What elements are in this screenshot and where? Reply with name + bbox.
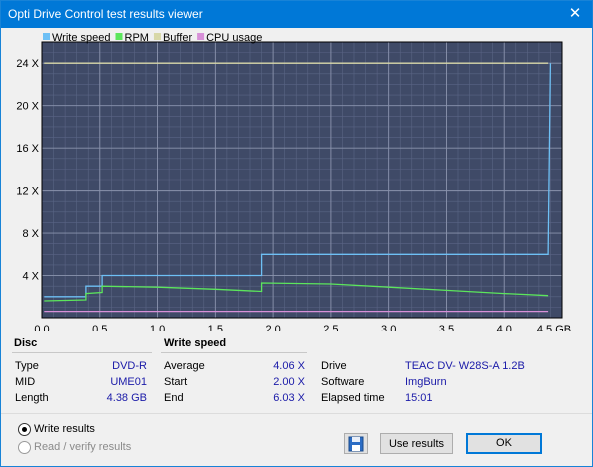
y-tick-label: 24 X xyxy=(16,58,39,70)
write-speed-chart: 0.0 0.5 1.0 1.5 2.0 2.5 3.0 3.5 4.0 4.5 GB 4 X 8 X 1… xyxy=(16,32,571,336)
legend-swatch xyxy=(153,33,161,40)
drive-label: Drive xyxy=(321,360,347,372)
close-icon[interactable]: ✕ xyxy=(558,1,592,28)
title-bar: Opti Drive Control test results viewer ✕ xyxy=(1,1,592,28)
write-speed-divider xyxy=(161,352,307,353)
x-tick-label: 1.5 xyxy=(208,324,223,331)
x-tick-label: 0.0 xyxy=(34,324,49,331)
ok-button[interactable]: OK xyxy=(466,433,542,454)
legend-label: Write speed xyxy=(52,32,111,44)
average-label: Average xyxy=(164,360,205,372)
x-tick-label: 0.5 xyxy=(92,324,107,331)
results-viewer-window: Opti Drive Control test results viewer ✕… xyxy=(0,0,593,467)
y-tick-label: 12 X xyxy=(16,186,39,198)
x-tick-label: 3.0 xyxy=(381,324,396,331)
y-tick-label: 16 X xyxy=(16,143,39,155)
window-title: Opti Drive Control test results viewer xyxy=(8,7,203,21)
start-label: Start xyxy=(164,376,188,388)
legend-label: RPM xyxy=(125,32,149,44)
legend-swatch xyxy=(197,33,205,40)
elapsed-time-value: 15:01 xyxy=(405,392,433,404)
end-label: End xyxy=(164,392,184,404)
disc-type-label: Type xyxy=(15,360,39,372)
legend-swatch xyxy=(115,33,123,40)
start-value: 2.00 X xyxy=(273,376,305,388)
read-verify-results-label[interactable]: Read / verify results xyxy=(34,441,131,453)
disc-length-value: 4.38 GB xyxy=(106,392,147,404)
save-icon xyxy=(348,436,364,452)
x-tick-label: 4.5 GB xyxy=(537,324,571,331)
disc-mid-value: UME01 xyxy=(110,376,147,388)
disc-header: Disc xyxy=(14,337,38,349)
y-tick-label: 4 X xyxy=(22,271,39,283)
write-speed-header: Write speed xyxy=(164,337,227,349)
use-results-button[interactable]: Use results xyxy=(380,433,453,454)
x-tick-label: 2.0 xyxy=(265,324,280,331)
legend-swatch xyxy=(43,33,50,40)
disc-divider xyxy=(12,352,152,353)
software-value: ImgBurn xyxy=(405,376,447,388)
legend-label: Buffer xyxy=(163,32,192,44)
x-tick-label: 3.5 xyxy=(439,324,454,331)
elapsed-time-label: Elapsed time xyxy=(321,392,385,404)
disc-type-value: DVD-R xyxy=(112,360,147,372)
write-results-label[interactable]: Write results xyxy=(34,423,95,435)
bottom-divider xyxy=(1,413,592,414)
average-value: 4.06 X xyxy=(273,360,305,372)
x-tick-label: 4.0 xyxy=(497,324,512,331)
x-tick-label: 1.0 xyxy=(150,324,165,331)
y-tick-label: 20 X xyxy=(16,101,39,113)
disc-length-label: Length xyxy=(15,392,49,404)
legend-label: CPU usage xyxy=(206,32,262,44)
x-tick-label: 2.5 xyxy=(323,324,338,331)
disc-mid-label: MID xyxy=(15,376,36,388)
read-verify-results-radio[interactable] xyxy=(18,441,31,454)
software-label: Software xyxy=(321,376,365,388)
write-results-radio[interactable] xyxy=(18,423,31,436)
end-value: 6.03 X xyxy=(273,392,305,404)
y-tick-label: 8 X xyxy=(22,228,39,240)
chart-area: 0.0 0.5 1.0 1.5 2.0 2.5 3.0 3.5 4.0 4.5 GB 4 X 8 X 1… xyxy=(3,28,592,336)
drive-value: TEAC DV- W28S-A 1.2B xyxy=(405,360,525,372)
save-button[interactable] xyxy=(344,433,368,454)
